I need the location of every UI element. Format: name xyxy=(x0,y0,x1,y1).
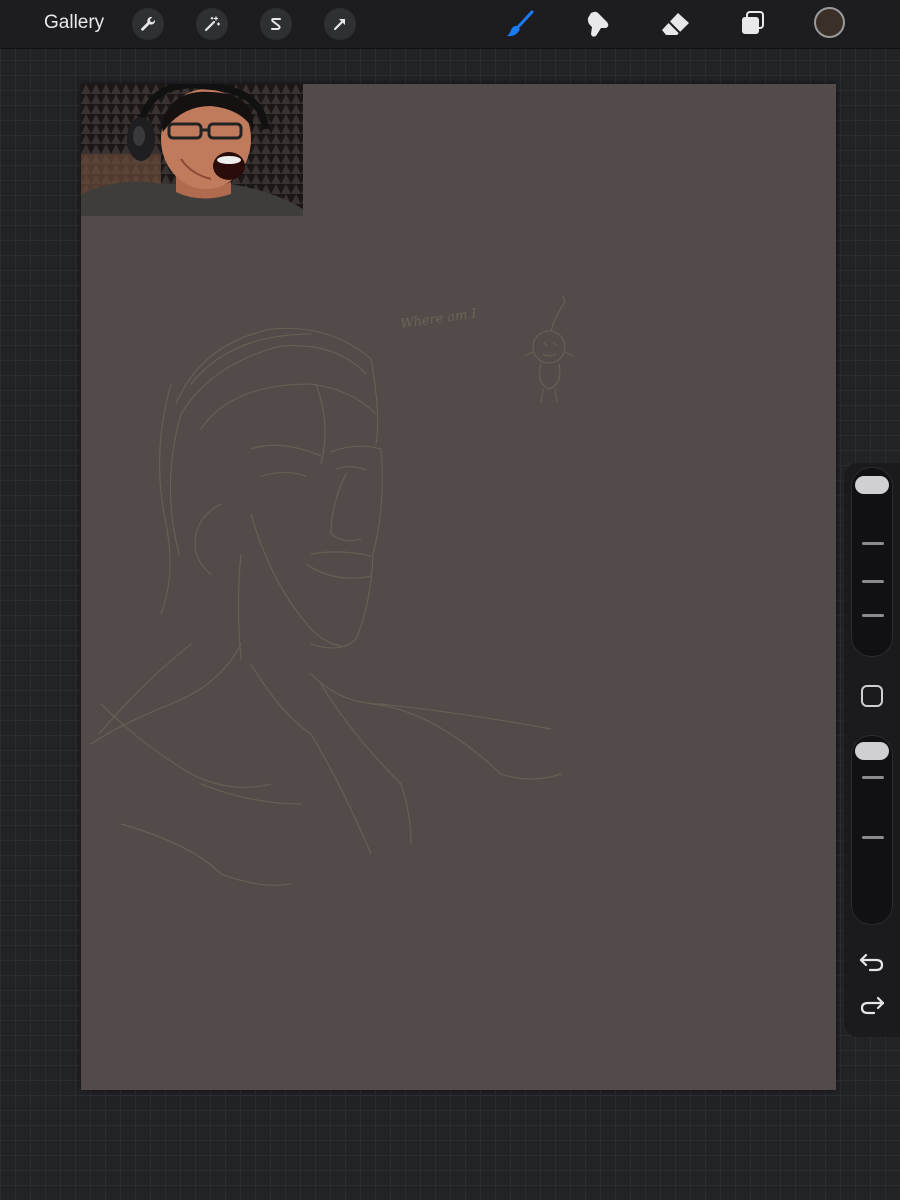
wrench-icon[interactable] xyxy=(132,8,164,40)
slider-tick xyxy=(862,542,884,545)
brush-size-slider[interactable] xyxy=(851,467,893,657)
layers-icon[interactable] xyxy=(734,8,770,40)
reference-image[interactable] xyxy=(81,84,303,216)
brush-size-knob[interactable] xyxy=(855,476,889,494)
sketch-strokes: Where am I xyxy=(90,295,574,886)
magic-wand-icon[interactable] xyxy=(196,8,228,40)
paintbrush-icon[interactable] xyxy=(502,8,538,40)
gallery-button[interactable]: Gallery xyxy=(44,12,104,34)
slider-tick xyxy=(862,580,884,583)
slider-tick xyxy=(862,614,884,617)
smudge-icon[interactable] xyxy=(580,8,616,40)
side-panel xyxy=(844,463,900,1037)
reference-photo-icon xyxy=(81,84,303,216)
arrow-cursor-icon[interactable] xyxy=(324,8,356,40)
slider-tick xyxy=(862,836,884,839)
slider-tick xyxy=(862,776,884,779)
color-swatch[interactable] xyxy=(814,7,845,38)
square-modifier-icon[interactable] xyxy=(861,685,883,707)
selection-s-icon[interactable] xyxy=(260,8,292,40)
eraser-icon[interactable] xyxy=(658,8,694,40)
opacity-knob[interactable] xyxy=(855,742,889,760)
redo-icon[interactable] xyxy=(858,995,886,1019)
sketch-note: Where am I xyxy=(399,306,478,332)
top-toolbar: Gallery xyxy=(0,0,900,49)
opacity-slider[interactable] xyxy=(851,735,893,925)
undo-icon[interactable] xyxy=(858,949,886,973)
drawing-canvas[interactable]: Where am I xyxy=(81,84,836,1090)
